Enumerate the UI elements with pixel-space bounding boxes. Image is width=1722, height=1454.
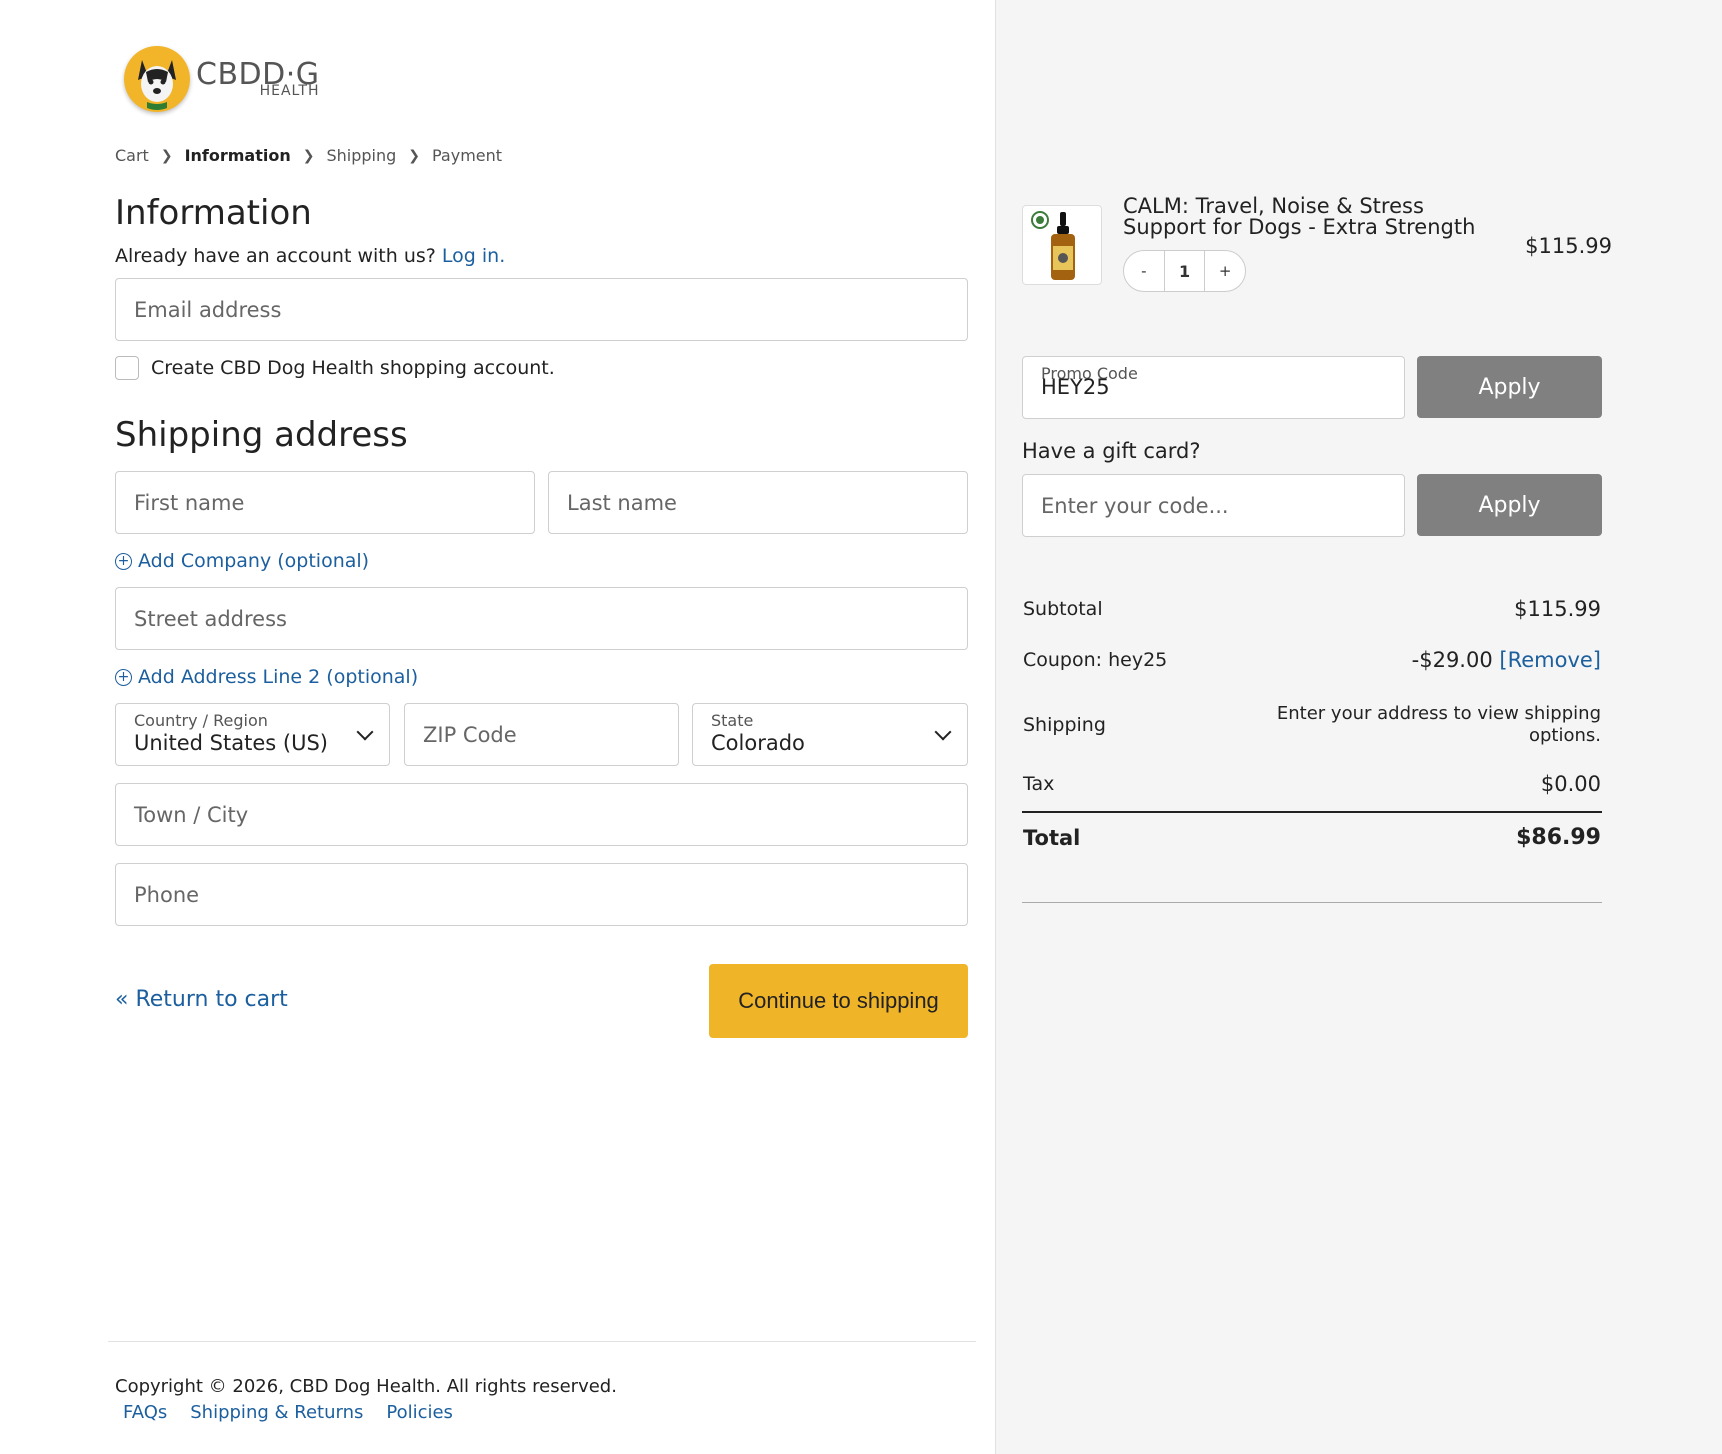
breadcrumb-information: Information xyxy=(184,146,291,165)
promo-code-field[interactable]: Promo Code HEY25 xyxy=(1022,356,1405,419)
country-value: United States (US) xyxy=(134,730,328,755)
return-to-cart-link[interactable]: « Return to cart xyxy=(115,987,288,1012)
footer-link-faqs[interactable]: FAQs xyxy=(123,1402,167,1423)
country-select[interactable]: Country / Region United States (US) xyxy=(115,703,390,766)
promo-code-value: HEY25 xyxy=(1041,375,1110,399)
breadcrumb: Cart ❯ Information ❯ Shipping ❯ Payment xyxy=(115,146,502,165)
email-field[interactable]: Email address xyxy=(115,278,968,341)
login-link[interactable]: Log in. xyxy=(442,245,505,267)
account-prompt: Already have an account with us? Log in. xyxy=(115,245,505,267)
product-title: CALM: Travel, Noise & Stress Support for… xyxy=(1123,194,1476,239)
chevron-right-icon: ❯ xyxy=(302,147,315,164)
dog-logo-icon xyxy=(124,46,190,112)
shipping-row: Shipping Enter your address to view ship… xyxy=(1023,703,1601,746)
order-summary-panel: CALM: Travel, Noise & Stress Support for… xyxy=(995,0,1722,1454)
add-address-line2-label: Add Address Line 2 (optional) xyxy=(138,666,419,688)
footer-link-policies[interactable]: Policies xyxy=(386,1402,453,1423)
chevron-down-icon xyxy=(934,723,952,740)
last-name-field[interactable]: Last name xyxy=(548,471,968,534)
account-prompt-text: Already have an account with us? xyxy=(115,245,436,267)
chevron-right-icon: ❯ xyxy=(160,147,173,164)
apply-gift-card-button[interactable]: Apply xyxy=(1417,474,1602,536)
city-placeholder: Town / City xyxy=(134,802,249,827)
street-address-placeholder: Street address xyxy=(134,606,287,631)
total-row: Total $86.99 xyxy=(1023,825,1601,850)
city-field[interactable]: Town / City xyxy=(115,783,968,846)
country-label: Country / Region xyxy=(134,711,268,731)
footer-divider xyxy=(108,1341,976,1342)
quantity-increase-button[interactable]: + xyxy=(1205,262,1245,280)
street-address-field[interactable]: Street address xyxy=(115,587,968,650)
chevron-down-icon xyxy=(356,723,374,740)
breadcrumb-cart[interactable]: Cart xyxy=(115,146,149,165)
cbd-bottle-icon xyxy=(1031,211,1075,280)
plus-circle-icon: + xyxy=(115,668,132,686)
footer-links: FAQs Shipping & Returns Policies xyxy=(123,1402,453,1423)
first-name-field[interactable]: First name xyxy=(115,471,535,534)
state-select[interactable]: State Colorado xyxy=(692,703,968,766)
remove-coupon-link[interactable]: [Remove] xyxy=(1499,648,1601,672)
zip-code-field[interactable]: ZIP Code xyxy=(404,703,679,766)
add-company-label: Add Company (optional) xyxy=(138,550,370,572)
coupon-row: Coupon: hey25 -$29.00 [Remove] xyxy=(1023,648,1601,672)
subtotal-row: Subtotal $115.99 xyxy=(1023,597,1601,621)
product-price: $115.99 xyxy=(1525,234,1612,258)
footer-link-shipping-returns[interactable]: Shipping & Returns xyxy=(190,1402,363,1423)
state-label: State xyxy=(711,711,754,731)
shipping-address-heading: Shipping address xyxy=(115,415,408,455)
checkout-form-panel: CBDD·G HEALTH Cart ❯ Information ❯ Shipp… xyxy=(0,0,995,1454)
total-label: Total xyxy=(1023,825,1081,850)
tax-row: Tax $0.00 xyxy=(1023,772,1601,796)
tax-value: $0.00 xyxy=(1540,772,1601,796)
copyright-text: Copyright © 2026, CBD Dog Health. All ri… xyxy=(115,1376,617,1397)
email-placeholder: Email address xyxy=(134,297,282,322)
gift-card-field[interactable]: Enter your code... xyxy=(1022,474,1405,537)
phone-field[interactable]: Phone xyxy=(115,863,968,926)
last-name-placeholder: Last name xyxy=(567,490,677,515)
information-heading: Information xyxy=(115,193,312,233)
add-address-line2-link[interactable]: + Add Address Line 2 (optional) xyxy=(115,666,418,688)
summary-bottom-divider xyxy=(1022,902,1602,903)
subtotal-value: $115.99 xyxy=(1514,597,1601,621)
store-logo[interactable]: CBDD·G HEALTH xyxy=(124,46,320,112)
shipping-note: Enter your address to view shipping opti… xyxy=(1276,703,1601,746)
quantity-value[interactable]: 1 xyxy=(1163,251,1206,291)
create-account-option[interactable]: Create CBD Dog Health shopping account. xyxy=(115,356,555,380)
total-value: $86.99 xyxy=(1516,825,1601,850)
subtotal-label: Subtotal xyxy=(1023,598,1103,620)
gift-card-placeholder: Enter your code... xyxy=(1041,493,1229,518)
breadcrumb-shipping: Shipping xyxy=(326,146,397,165)
continue-to-shipping-button[interactable]: Continue to shipping xyxy=(709,964,968,1038)
gift-card-question: Have a gift card? xyxy=(1022,439,1201,463)
coupon-label: Coupon: hey25 xyxy=(1023,649,1168,671)
add-company-link[interactable]: + Add Company (optional) xyxy=(115,550,369,572)
quantity-decrease-button[interactable]: - xyxy=(1124,262,1164,280)
first-name-placeholder: First name xyxy=(134,490,245,515)
plus-circle-icon: + xyxy=(115,552,132,570)
apply-promo-button[interactable]: Apply xyxy=(1417,356,1602,418)
phone-placeholder: Phone xyxy=(134,882,200,907)
total-divider xyxy=(1022,811,1602,813)
breadcrumb-payment: Payment xyxy=(432,146,503,165)
coupon-value: -$29.00 xyxy=(1411,648,1493,672)
state-value: Colorado xyxy=(711,730,805,755)
tax-label: Tax xyxy=(1023,773,1055,795)
quantity-stepper: - 1 + xyxy=(1123,250,1246,292)
chevron-right-icon: ❯ xyxy=(408,147,420,164)
shipping-label: Shipping xyxy=(1023,713,1106,736)
create-account-checkbox[interactable] xyxy=(115,356,139,380)
zip-code-placeholder: ZIP Code xyxy=(423,722,517,747)
product-thumbnail xyxy=(1022,205,1102,285)
create-account-label: Create CBD Dog Health shopping account. xyxy=(151,357,555,379)
